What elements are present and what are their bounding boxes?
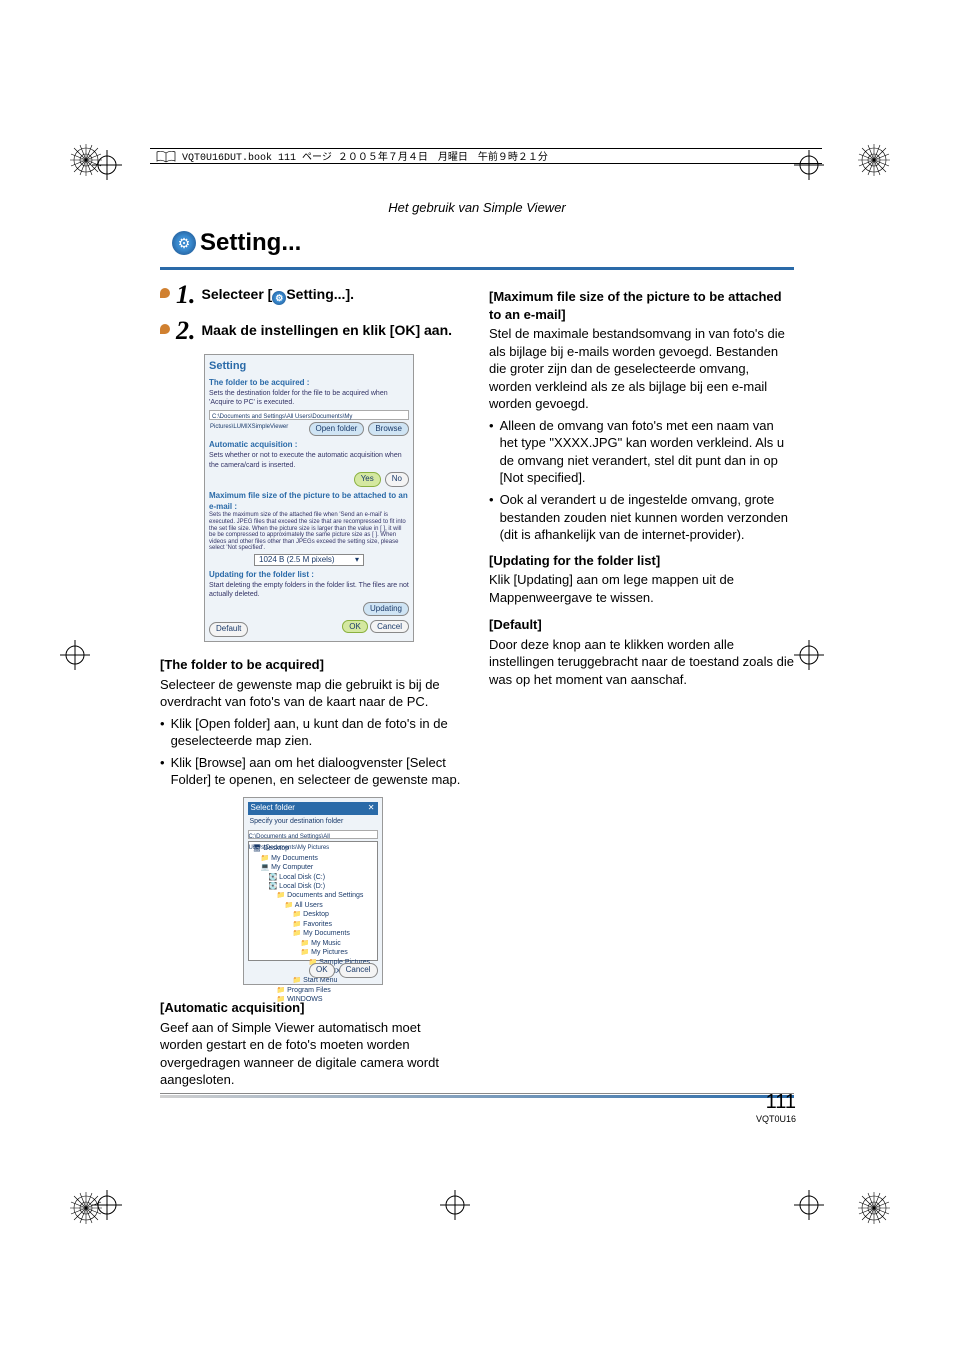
no-button: No — [385, 472, 409, 487]
maxsize-label: Maximum file size of the picture to be a… — [209, 491, 409, 513]
print-mark-cross — [440, 1190, 470, 1220]
title-underline — [160, 267, 794, 270]
updating-button: Updating — [363, 602, 409, 617]
ok-button: OK — [309, 963, 335, 978]
subheading-updating: [Updating for the folder list] — [489, 552, 794, 570]
settings-icon: ⚙ — [172, 231, 196, 255]
auto-label: Automatic acquisition : — [209, 440, 409, 451]
cancel-button: Cancel — [339, 963, 378, 978]
list-item: Ook al verandert u de ingestelde omvang,… — [489, 491, 794, 544]
print-mark-cross — [60, 640, 90, 670]
print-mark-radial — [854, 140, 894, 180]
book-icon — [156, 150, 176, 162]
subheading-folder: [The folder to be acquired] — [160, 656, 465, 674]
browse-button: Browse — [368, 422, 409, 437]
doc-code: VQT0U16 — [756, 1114, 796, 1124]
subheading-maxsize: [Maximum file size of the picture to be … — [489, 288, 794, 323]
select-folder-screenshot: Select folder ✕ Specify your destination … — [243, 797, 383, 985]
paragraph: Selecteer de gewenste map die gebruikt i… — [160, 676, 465, 711]
cancel-button: Cancel — [370, 620, 409, 633]
list-item: Klik [Open folder] aan, u kunt dan de fo… — [160, 715, 465, 750]
dialog-title: Select folder — [251, 803, 295, 814]
folder-path-field: C:\Documents and Settings\All Users\Docu… — [209, 410, 409, 420]
print-header-bar: VQT0U16DUT.book 111 ページ ２００５年７月４日 月曜日 午前… — [150, 148, 822, 164]
page-title-row: ⚙ Setting... — [172, 229, 794, 257]
open-folder-button: Open folder — [309, 422, 365, 437]
setting-dialog-screenshot: Setting The folder to be acquired : Sets… — [204, 354, 414, 642]
folder-instruction: Specify your destination folder — [248, 815, 378, 828]
maxsize-desc: Sets the maximum size of the attached fi… — [209, 512, 409, 552]
step-2: 2. Maak de instellingen en klik [OK] aan… — [160, 318, 465, 344]
folder-desc: Sets the destination folder for the file… — [209, 389, 409, 408]
folder-label: The folder to be acquired : — [209, 378, 409, 389]
right-column: [Maximum file size of the picture to be … — [489, 282, 794, 1089]
paragraph: Stel de maximale bestandsomvang in van f… — [489, 325, 794, 413]
page-title: Setting... — [200, 229, 301, 257]
left-column: 1. Selecteer [⚙Setting...]. 2. Maak de i… — [160, 282, 465, 1089]
close-icon: ✕ — [368, 803, 375, 814]
step-1: 1. Selecteer [⚙Setting...]. — [160, 282, 465, 308]
yes-button: Yes — [354, 472, 381, 487]
step-1-prefix: Selecteer [ — [202, 286, 273, 302]
list-item: Klik [Browse] aan om het dialoogvenster … — [160, 754, 465, 789]
paragraph: Geef aan of Simple Viewer automatisch mo… — [160, 1019, 465, 1089]
settings-icon: ⚙ — [272, 291, 286, 305]
page-number-block: 111 VQT0U16 — [756, 1091, 796, 1124]
step-bullet-icon — [160, 324, 170, 334]
step-bullet-icon — [160, 288, 170, 298]
folder-tree: 🖥 Desktop 📁 My Documents 💻 My Computer 💽… — [248, 841, 378, 961]
print-mark-radial — [854, 1188, 894, 1228]
updating-desc: Start deleting the empty folders in the … — [209, 581, 409, 600]
step-number: 2. — [176, 318, 196, 344]
print-mark-cross — [92, 1190, 122, 1220]
subheading-default: [Default] — [489, 616, 794, 634]
paragraph: Door deze knop aan te klikken worden all… — [489, 636, 794, 689]
ok-button: OK — [342, 620, 368, 633]
step-text: Selecteer [⚙Setting...]. — [202, 286, 355, 305]
auto-desc: Sets whether or not to execute the autom… — [209, 451, 409, 470]
list-item: Alleen de omvang van foto's met een naam… — [489, 417, 794, 487]
step-1-suffix: Setting...]. — [286, 286, 354, 302]
page-number: 111 — [766, 1091, 796, 1113]
updating-label: Updating for the folder list : — [209, 570, 409, 581]
print-mark-cross — [794, 640, 824, 670]
section-header: Het gebruik van Simple Viewer — [160, 200, 794, 215]
print-mark-cross — [794, 1190, 824, 1220]
step-text: Maak de instellingen en klik [OK] aan. — [202, 322, 453, 339]
footer-rule — [160, 1093, 794, 1098]
size-select: 1024 B (2.5 M pixels)▾ — [254, 554, 364, 566]
paragraph: Klik [Updating] aan om lege mappen uit d… — [489, 571, 794, 606]
step-number: 1. — [176, 282, 196, 308]
print-header-text: VQT0U16DUT.book 111 ページ ２００５年７月４日 月曜日 午前… — [182, 148, 548, 164]
dialog-title: Setting — [209, 359, 409, 374]
print-mark-cross — [92, 150, 122, 180]
default-button: Default — [209, 622, 248, 637]
